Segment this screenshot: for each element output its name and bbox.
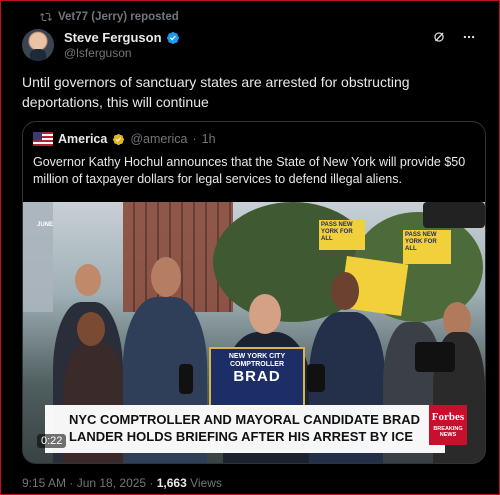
gold-verified-badge-icon <box>113 133 125 145</box>
quote-author-name[interactable]: America <box>58 132 107 146</box>
flag-avatar-icon[interactable] <box>33 132 53 146</box>
podium-name: BRAD <box>233 368 281 385</box>
microphone <box>179 364 193 394</box>
repost-text: Vet77 (Jerry) reposted <box>58 11 179 23</box>
podium-sign: NEW YORK CITY COMPTROLLER BRAD <box>209 347 305 407</box>
podium-line1: NEW YORK CITY <box>228 353 286 360</box>
protest-sign: PASS NEW YORK FOR ALL <box>319 220 365 250</box>
author-avatar[interactable] <box>22 29 54 61</box>
repost-indicator[interactable]: Vet77 (Jerry) reposted <box>40 11 179 23</box>
quote-age[interactable]: 1h <box>202 132 216 146</box>
quote-author-handle[interactable]: @america <box>130 132 187 146</box>
crowd-person-head <box>77 312 105 346</box>
more-icon[interactable] <box>462 30 476 44</box>
view-count: 1,663 <box>156 476 187 490</box>
camera <box>415 342 455 372</box>
quote-header: America @america · 1h <box>33 132 216 146</box>
crowd-person-head <box>331 272 359 310</box>
repost-icon <box>40 12 52 22</box>
video-street-sign: JUNE <box>37 222 54 228</box>
forbes-logo-tag: BREAKING NEWS <box>433 426 463 438</box>
forbes-logo: Forbes BREAKING NEWS <box>429 405 467 445</box>
news-chyron: NYC COMPTROLLER AND MAYORAL CANDIDATE BR… <box>45 405 445 453</box>
quoted-post[interactable]: America @america · 1h Governor Kathy Hoc… <box>22 121 486 464</box>
author-handle[interactable]: @lsferguson <box>64 46 132 60</box>
grok-icon[interactable] <box>432 30 446 44</box>
microphone <box>307 364 325 392</box>
protest-sign: PASS NEW YORK FOR ALL <box>403 230 451 264</box>
top-actions <box>432 30 476 44</box>
camera <box>423 202 485 228</box>
author-name[interactable]: Steve Ferguson <box>64 30 162 45</box>
post-timestamp[interactable]: 9:15 AM · Jun 18, 2025 · <box>22 476 157 490</box>
views-label: Views <box>186 476 222 490</box>
crowd-person-head <box>151 257 181 297</box>
forbes-logo-name: Forbes <box>431 411 465 423</box>
author-name-row[interactable]: Steve Ferguson <box>64 30 180 45</box>
verified-badge-icon <box>166 31 179 44</box>
post-footer: 9:15 AM · Jun 18, 2025 · 1,663 Views <box>22 476 222 490</box>
tweet-text: Until governors of sanctuary states are … <box>22 74 410 110</box>
video-player[interactable]: JUNE PASS NEW YORK FOR ALL PASS NEW YORK… <box>23 202 485 463</box>
crowd-person-head <box>75 264 101 296</box>
video-timer: 0:22 <box>37 434 67 448</box>
crowd-person-head <box>249 294 281 334</box>
quote-text: Governor Kathy Hochul announces that the… <box>33 155 466 186</box>
quote-separator: · <box>192 132 197 146</box>
video-building-left <box>23 202 53 312</box>
